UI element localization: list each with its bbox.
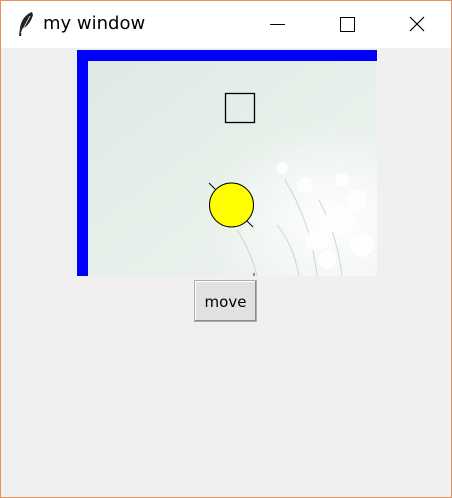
window-title: my window <box>43 13 146 34</box>
drawing-canvas[interactable] <box>77 50 377 276</box>
move-button[interactable]: move <box>194 280 257 322</box>
close-button[interactable] <box>386 1 448 48</box>
canvas-oval <box>209 182 254 228</box>
minimize-icon <box>270 24 285 25</box>
maximize-icon <box>340 17 355 32</box>
feather-icon <box>19 12 33 36</box>
dandelion-photo <box>77 50 377 276</box>
close-icon <box>409 16 425 32</box>
minimize-button[interactable] <box>246 1 308 48</box>
title-bar[interactable]: my window <box>1 1 451 48</box>
maximize-button[interactable] <box>316 1 378 48</box>
canvas-small-mark <box>253 273 255 276</box>
app-window: my window move <box>0 0 452 498</box>
